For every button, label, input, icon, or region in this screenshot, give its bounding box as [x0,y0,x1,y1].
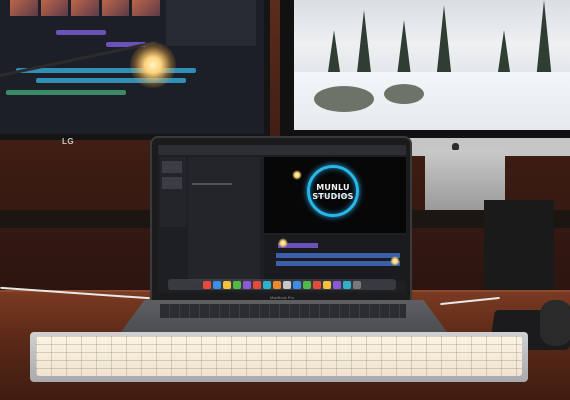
dock-app-icon [273,280,281,289]
right-monitor [280,0,570,156]
desk-lamp-light [130,42,176,88]
dock-app-icon [263,280,271,289]
lens-flare [292,170,302,180]
dock [168,279,396,290]
speaker-box [484,200,554,300]
thumbnail [132,0,160,16]
dock-app-icon [333,280,341,289]
right-monitor-screen [294,0,570,130]
dock-app-icon [353,280,361,289]
dock-app-icon [233,280,241,289]
editor-toolbar [158,145,406,155]
file-list-panel [188,157,260,281]
dock-app-icon [203,280,211,289]
thumbnail [71,0,99,16]
rock [384,84,424,104]
photo-scene: LG MUNLU STUDIOS VIDEO EDITING MacBook P… [0,0,570,400]
media-thumbnail [162,161,182,173]
dock-app-icon [293,280,301,289]
thumbnail [101,0,130,16]
rock [314,86,374,112]
media-browser [160,157,186,227]
dock-app-icon [313,280,321,289]
dock-app-icon [283,280,291,289]
inspector-panel [166,0,256,46]
timeline-clip [276,261,400,266]
dock-app-icon [303,280,311,289]
laptop-screen [158,145,406,293]
dock-app-icon [343,280,351,289]
dock-app-icon [223,280,231,289]
dock-app-icon [323,280,331,289]
computer-mouse [540,300,570,346]
dock-app-icon [253,280,261,289]
lens-flare [390,256,400,266]
keyboard-keys [36,336,522,376]
lens-flare [278,238,288,248]
thumbnail [10,0,38,16]
timeline-clip [276,253,400,258]
media-thumbnail [162,177,182,189]
laptop-keyboard [160,304,406,318]
lg-logo: LG [62,137,75,146]
timeline-clip [6,90,126,95]
video-title: MUNLU STUDIOS [312,183,354,201]
thumbnail-strip [10,0,160,16]
file-list-row [192,183,232,185]
dock-app-icon [213,280,221,289]
dock-app-icon [243,280,251,289]
timeline-clip [56,30,106,35]
laptop-brand-label: MacBook Pro [269,295,294,300]
thumbnail [40,0,69,16]
video-subtitle: VIDEO EDITING [317,194,349,198]
